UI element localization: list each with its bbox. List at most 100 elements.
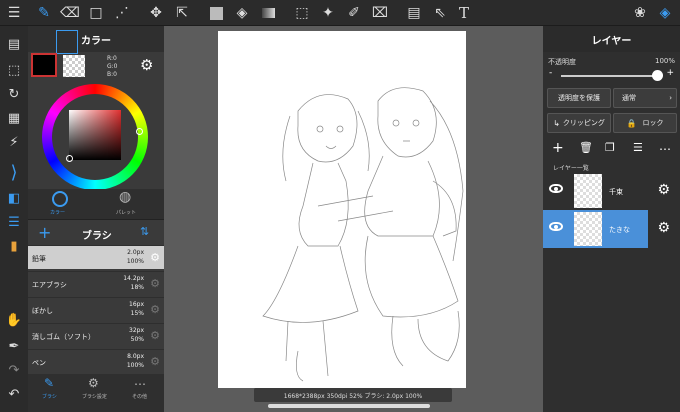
hue-handle[interactable] — [136, 128, 143, 135]
tab-brush[interactable]: ブラシ — [42, 393, 57, 400]
brush-name: 鉛筆 — [32, 255, 46, 263]
layer-list-icon[interactable]: ☰ — [633, 141, 643, 154]
color-panel-icon[interactable]: ▮ — [4, 236, 24, 256]
opacity-minus-button[interactable]: - — [549, 68, 552, 78]
text-tool-icon[interactable]: T — [454, 3, 474, 23]
brush-size-opacity: 32px 50% — [129, 326, 144, 344]
lock-button[interactable]: 🔒 ロック — [613, 113, 677, 133]
rectangle-tool-icon[interactable]: □ — [86, 3, 106, 23]
delete-layer-icon[interactable]: 🗑 — [579, 141, 593, 154]
color-settings-gear-icon[interactable]: ⚙ — [140, 56, 153, 74]
brush-opacity: 50% — [130, 336, 144, 343]
rgb-readout: R:0 G:0 B:0 — [107, 55, 118, 79]
top-toolbar: ☰ ✎ ⌫ □ ⋰ ✥ ⇱ ◈ ⬚ ✦ ✐ ⌧ ▤ ⇖ T ❀ ◈ — [0, 0, 680, 26]
layer-name: たきな — [609, 226, 630, 234]
line-tool-icon[interactable]: ⋰ — [112, 3, 132, 23]
brush-size-opacity: 2.0px 100% — [127, 248, 144, 266]
brush-tool-icon[interactable]: ✎ — [34, 3, 54, 23]
layer-settings-gear-icon[interactable]: ⚙ — [657, 220, 670, 236]
transform-tool-icon[interactable]: ⇱ — [172, 3, 192, 23]
tab-brush-settings[interactable]: ブラシ設定 — [82, 393, 107, 400]
blend-mode-button[interactable]: 通常 › — [613, 88, 677, 108]
add-brush-icon[interactable]: + — [38, 223, 51, 242]
brush-settings-gear-icon[interactable]: ⚙ — [150, 329, 160, 342]
hand-tool-icon[interactable]: ✋ — [4, 310, 24, 330]
magic-wand-icon[interactable]: ✦ — [318, 3, 338, 23]
eraser-tool-icon[interactable]: ⌫ — [60, 3, 80, 23]
blue-value: B:0 — [107, 71, 117, 78]
visibility-eye-icon[interactable] — [549, 184, 563, 193]
brush-size-opacity: 14.2px 18% — [123, 274, 144, 292]
more-options-icon[interactable]: … — [659, 139, 671, 153]
drawing-canvas[interactable] — [218, 31, 466, 388]
canvas-area[interactable]: 1668*2388px 350dpi 52% ブラシ: 2.0px 100% — [164, 26, 543, 412]
brush-panel-icon[interactable]: ◧ — [4, 188, 24, 208]
more-icon[interactable]: … — [134, 374, 146, 388]
tab-other[interactable]: その他 — [132, 393, 147, 400]
ruler-icon[interactable]: ▦ — [4, 108, 24, 128]
layer-settings-gear-icon[interactable]: ⚙ — [657, 182, 670, 198]
protect-alpha-button[interactable]: 透明度を保護 — [547, 88, 611, 108]
brush-settings-gear-icon[interactable]: ⚙ — [150, 277, 160, 290]
brush-size: 8.0px — [127, 353, 144, 360]
saturation-square[interactable] — [69, 110, 121, 160]
opacity-slider-handle[interactable] — [652, 70, 663, 81]
fill-color-icon[interactable] — [206, 3, 226, 23]
add-layer-icon[interactable]: + — [552, 140, 564, 156]
brush-tab-icon[interactable]: ✎ — [44, 376, 54, 390]
menu-icon[interactable]: ☰ — [4, 3, 24, 23]
layer-row[interactable]: 千束 ⚙ — [543, 172, 680, 210]
select-pen-icon[interactable]: ✐ — [344, 3, 364, 23]
brush-settings-gear-icon[interactable]: ⚙ — [150, 355, 160, 368]
brush-settings-icon[interactable]: ⚙ — [88, 376, 99, 390]
bucket-tool-icon[interactable]: ◈ — [232, 3, 252, 23]
home-indicator[interactable] — [268, 404, 430, 408]
layer-actions: + 🗑 ❐ ☰ … — [543, 139, 680, 159]
tab-palette[interactable]: パレット — [116, 209, 136, 216]
brush-item[interactable]: ペン 8.0px 100% ⚙ — [28, 349, 164, 373]
color-panel-title: カラー — [28, 26, 164, 52]
move-tool-icon[interactable]: ✥ — [146, 3, 166, 23]
tab-color[interactable]: カラー — [50, 209, 65, 216]
lock-icon: 🔒 — [626, 118, 637, 128]
redo-icon[interactable]: ↷ — [4, 360, 24, 380]
brush-item[interactable]: 消しゴム（ソフト） 32px 50% ⚙ — [28, 323, 164, 347]
brush-settings-gear-icon[interactable]: ⚙ — [150, 251, 160, 264]
rotate-icon[interactable]: ↻ — [4, 84, 24, 104]
select-eraser-icon[interactable]: ⌧ — [370, 3, 390, 23]
gradient-tool-icon[interactable] — [258, 3, 278, 23]
select-tool-icon[interactable]: ⬚ — [292, 3, 312, 23]
opacity-slider-track[interactable] — [561, 70, 663, 81]
operation-tool-icon[interactable]: ⇖ — [430, 3, 450, 23]
layer-name: 千束 — [609, 188, 623, 196]
panel-drag-handle[interactable] — [56, 30, 78, 54]
sort-brush-icon[interactable]: ⇅ — [140, 225, 149, 238]
material-icon[interactable]: ❀ — [630, 3, 650, 23]
duplicate-layer-icon[interactable]: ❐ — [605, 141, 615, 154]
color-tabs: カラー ◍ パレット — [28, 189, 164, 219]
brush-opacity: 100% — [126, 258, 144, 265]
palette-icon[interactable]: ◍ — [119, 189, 131, 205]
brush-item[interactable]: ぼかし 16px 15% ⚙ — [28, 297, 164, 321]
eyedropper-icon[interactable]: ✒ — [4, 336, 24, 356]
foreground-color-swatch[interactable] — [31, 53, 57, 77]
frame-divider-icon[interactable]: ▤ — [404, 3, 424, 23]
tab-color-icon[interactable] — [52, 191, 68, 207]
snap-icon[interactable]: ⚡ — [4, 132, 24, 152]
brush-settings-gear-icon[interactable]: ⚙ — [150, 303, 160, 316]
undo-icon[interactable]: ↶ — [4, 384, 24, 404]
layer-panel-icon[interactable]: ☰ — [4, 212, 24, 232]
page-icon[interactable]: ▤ — [4, 34, 24, 54]
brush-item[interactable]: 鉛筆 2.0px 100% ⚙ — [28, 245, 164, 269]
color-picker-handle[interactable] — [66, 155, 73, 162]
brush-item[interactable]: エアブラシ 14.2px 18% ⚙ — [28, 271, 164, 295]
collapse-panel-icon[interactable]: ⟩ — [4, 162, 24, 183]
layer-row-selected[interactable]: たきな — [543, 210, 648, 248]
clipping-button[interactable]: ↳ クリッピング — [547, 113, 611, 133]
opacity-plus-button[interactable]: + — [666, 68, 674, 78]
background-color-swatch[interactable] — [63, 55, 85, 77]
select-all-icon[interactable]: ⬚ — [4, 60, 24, 80]
layers-icon[interactable]: ◈ — [655, 3, 675, 23]
visibility-eye-icon[interactable] — [549, 222, 563, 231]
brush-opacity: 18% — [130, 284, 144, 291]
